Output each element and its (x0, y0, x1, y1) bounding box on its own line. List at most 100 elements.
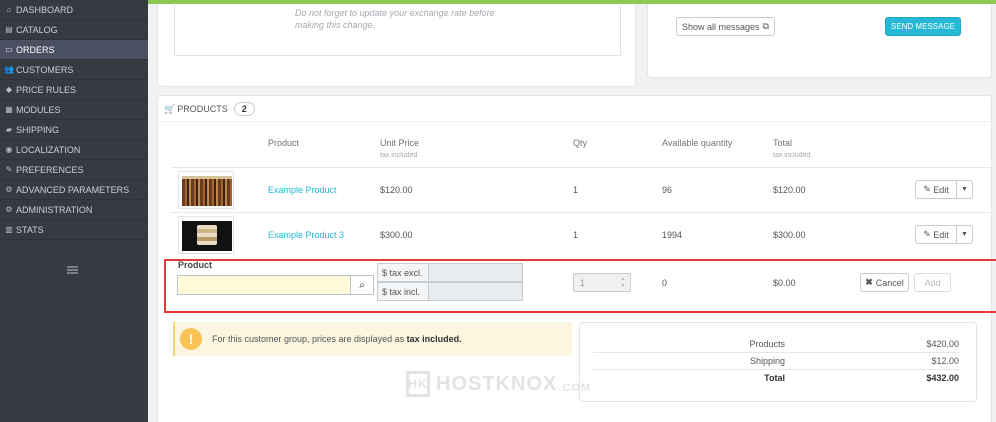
sidebar-item-label: CATALOG (16, 24, 58, 35)
sidebar-nav: ⌂ DASHBOARD ▤ CATALOG ▭ ORDERS 👥 CUSTOMERS ◆… (0, 0, 148, 422)
tax-excl-label: $ tax excl. (377, 263, 428, 282)
col-header-available: Available quantity (662, 138, 733, 148)
unit-price: $120.00 (380, 185, 413, 195)
watermark-domain: .COM (558, 382, 592, 394)
totals-value: $420.00 (926, 339, 959, 349)
unit-price: $300.00 (380, 230, 413, 240)
sidebar-item-label: SHIPPING (16, 124, 60, 135)
col-header-unit-price: Unit Price (380, 138, 420, 148)
sidebar-item-price-rules[interactable]: ◆ PRICE RULES (0, 80, 148, 100)
quantity-value: 1 (580, 277, 586, 288)
sidebar-item-orders[interactable]: ▭ ORDERS (0, 40, 148, 60)
tax-info-alert: ! For this customer group, prices are di… (173, 322, 572, 356)
search-icon[interactable]: ⌕ (350, 275, 374, 295)
price-tax-excl-group: $ tax excl. (377, 263, 523, 282)
product-name-link[interactable]: Example Product 3 (268, 230, 344, 240)
modules-icon: ▦ (5, 105, 13, 114)
sidebar-item-label: STATS (16, 224, 44, 235)
show-all-messages-button[interactable]: Show all messages ⧉ (676, 17, 775, 36)
totals-value: $432.00 (926, 373, 959, 383)
price-tax-incl-field[interactable] (428, 282, 523, 301)
row-divider (171, 212, 993, 213)
product-thumbnail (178, 216, 234, 254)
close-icon: ✖ (865, 277, 873, 287)
send-message-button[interactable]: SEND MESSAGE (885, 17, 961, 36)
product-search-input[interactable] (177, 275, 350, 295)
dropdown-caret-icon[interactable]: ▼ (957, 181, 972, 198)
stepper-arrows-icon[interactable]: ▲ ▼ (619, 276, 627, 289)
sidebar-item-label: CUSTOMERS (16, 64, 74, 75)
cancel-label: Cancel (875, 277, 904, 288)
pencil-icon: ✎ (923, 184, 931, 194)
watermark-text: HOSTKNOX (436, 372, 558, 395)
add-button[interactable]: Add (914, 273, 951, 292)
price-tax-incl-group: $ tax incl. (377, 282, 523, 301)
sidebar-item-preferences[interactable]: ✎ PREFERENCES (0, 160, 148, 180)
show-all-messages-label: Show all messages (682, 21, 760, 32)
sidebar-item-label: ORDERS (16, 44, 55, 55)
sidebar-item-customers[interactable]: 👥 CUSTOMERS (0, 60, 148, 80)
price-tax-excl-field[interactable] (428, 263, 523, 282)
totals-label: Total (764, 373, 785, 383)
product-name-link[interactable]: Example Product (268, 185, 337, 195)
cart-icon: 🛒 (164, 103, 176, 114)
row-divider (171, 167, 993, 168)
stats-icon: ▥ (5, 225, 13, 234)
sidebar-item-stats[interactable]: ▥ STATS (0, 220, 148, 240)
product-thumbnail (178, 171, 234, 209)
order-totals: Products $420.00 Shipping $12.00 Total $432… (579, 322, 977, 402)
add-available-qty: 0 (662, 278, 668, 288)
sidebar-item-localization[interactable]: ◉ LOCALIZATION (0, 140, 148, 160)
sidebar-item-label: PREFERENCES (16, 164, 84, 175)
quantity-stepper[interactable]: 1 ▲ ▼ (573, 273, 631, 292)
edit-label: Edit (933, 229, 949, 240)
alert-text: For this customer group, prices are disp… (212, 334, 462, 344)
available-qty: 96 (662, 185, 673, 195)
sidebar-item-shipping[interactable]: ▰ SHIPPING (0, 120, 148, 140)
external-link-icon: ⧉ (762, 21, 769, 31)
currency-panel: Do not forget to update your exchange ra… (157, 3, 636, 87)
col-header-total-note: tax included. (773, 152, 813, 159)
add-product-label: Product (178, 260, 213, 270)
edit-button[interactable]: ✎ Edit ▼ (915, 225, 973, 244)
col-header-unit-price-note: tax included. (380, 152, 420, 159)
sidebar-item-dashboard[interactable]: ⌂ DASHBOARD (0, 0, 148, 20)
add-total: $0.00 (773, 278, 796, 288)
sidebar-item-label: PRICE RULES (16, 84, 77, 95)
product-search-group: ⌕ (177, 275, 374, 295)
customers-icon: 👥 (4, 65, 14, 74)
exchange-rate-note: Do not forget to update your exchange ra… (295, 8, 495, 30)
alert-emphasis: tax included. (406, 334, 462, 344)
sidebar-item-label: ADMINISTRATION (16, 204, 93, 215)
totals-row-products: Products $420.00 (593, 336, 959, 353)
orders-icon: ▭ (5, 45, 13, 54)
totals-label: Shipping (749, 356, 785, 366)
dashboard-icon: ⌂ (6, 5, 12, 14)
qty: 1 (573, 230, 579, 240)
heading-divider (158, 121, 991, 122)
products-title: PRODUCTS (177, 104, 228, 114)
watermark-logo-icon: HK (406, 371, 430, 397)
dropdown-caret-icon[interactable]: ▼ (957, 226, 972, 243)
administration-icon: ⚙ (5, 205, 13, 214)
row-total: $300.00 (773, 230, 806, 240)
sidebar-item-label: ADVANCED PARAMETERS (16, 184, 130, 195)
sidebar-item-advanced-parameters[interactable]: ⚙ ADVANCED PARAMETERS (0, 180, 148, 200)
main-content: Do not forget to update your exchange ra… (148, 0, 996, 422)
col-header-total: Total (773, 138, 793, 148)
sidebar-item-catalog[interactable]: ▤ CATALOG (0, 20, 148, 40)
edit-button[interactable]: ✎ Edit ▼ (915, 180, 973, 199)
advanced-parameters-icon: ⚙ (5, 185, 13, 194)
collapse-menu-icon[interactable] (67, 266, 78, 274)
qty: 1 (573, 185, 579, 195)
products-count-badge: 2 (233, 102, 255, 116)
cancel-button[interactable]: ✖ Cancel (860, 273, 909, 292)
catalog-icon: ▤ (5, 25, 13, 34)
sidebar-item-label: MODULES (16, 104, 61, 115)
sidebar-item-administration[interactable]: ⚙ ADMINISTRATION (0, 200, 148, 220)
totals-row-total: Total $432.00 (593, 370, 959, 387)
sidebar-item-modules[interactable]: ▦ MODULES (0, 100, 148, 120)
totals-row-shipping: Shipping $12.00 (593, 353, 959, 370)
preferences-icon: ✎ (5, 165, 13, 174)
sidebar-item-label: DASHBOARD (16, 4, 74, 15)
